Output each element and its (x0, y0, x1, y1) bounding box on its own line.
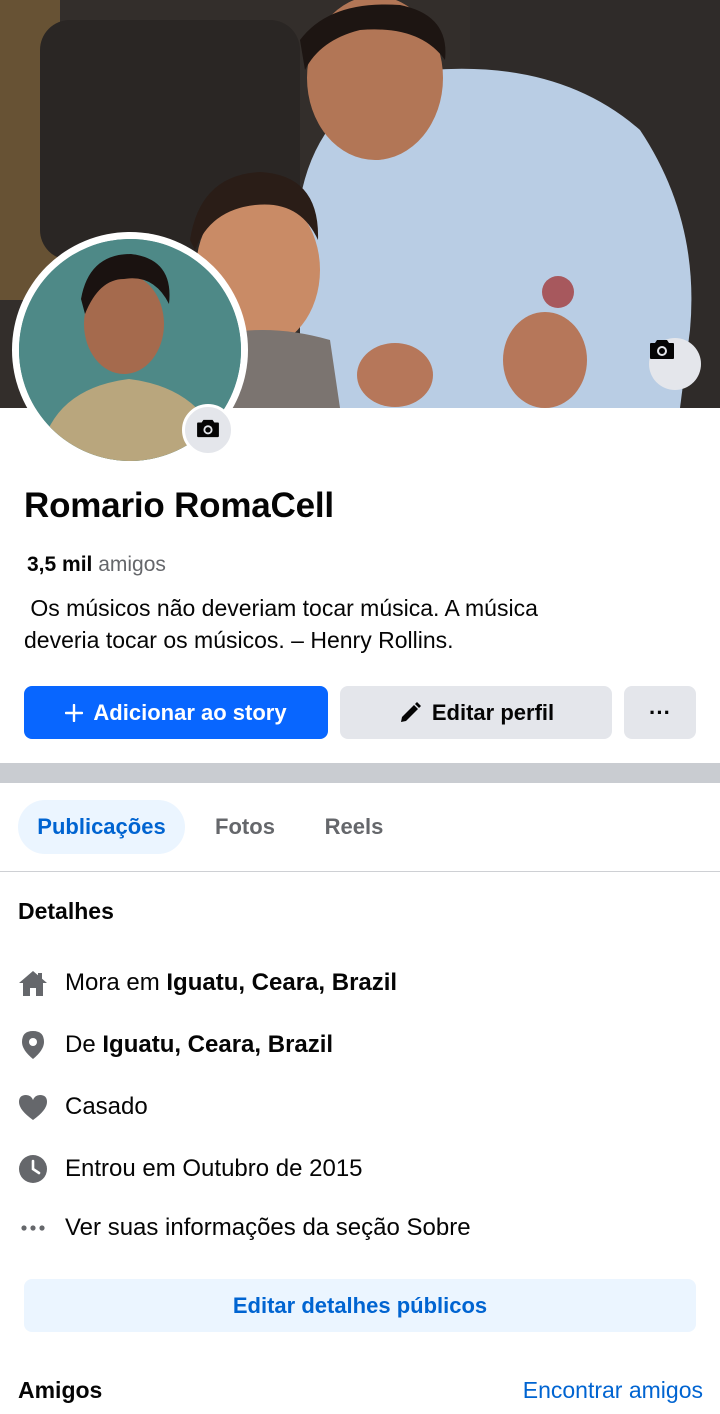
tab-label: Publicações (37, 814, 166, 839)
pencil-icon (398, 701, 422, 725)
detail-joined: Entrou em Outubro de 2015 (18, 1149, 363, 1189)
see-about-link[interactable]: Ver suas informações da seção Sobre (18, 1208, 471, 1248)
friends-count-value: 3,5 mil (27, 553, 93, 576)
detail-lives-in: Mora em Iguatu, Ceara, Brazil (18, 963, 397, 1003)
detail-value[interactable]: Iguatu, Ceara, Brazil (102, 1031, 333, 1059)
profile-bio: Os músicos não deveriam tocar música. A … (24, 592, 684, 656)
detail-prefix: De (65, 1031, 96, 1058)
tab-label: Reels (324, 814, 384, 839)
detail-from: De Iguatu, Ceara, Brazil (18, 1025, 333, 1065)
friends-section-title: Amigos (18, 1377, 103, 1403)
friends-count[interactable]: 3,5 mil amigos (27, 553, 166, 577)
tabs-divider (0, 871, 720, 872)
detail-value: Casado (65, 1093, 148, 1120)
edit-public-details-button[interactable]: Editar detalhes públicos (24, 1279, 696, 1332)
detail-relationship: Casado (18, 1087, 148, 1127)
detail-value: Entrou em Outubro de 2015 (65, 1155, 363, 1182)
more-dots-icon: ··· (649, 699, 671, 725)
more-dots-icon (18, 1213, 48, 1243)
camera-icon (196, 418, 220, 443)
edit-profile-button[interactable]: Editar perfil (340, 686, 612, 739)
clock-icon (18, 1154, 48, 1184)
avatar-camera-button[interactable] (182, 404, 234, 456)
tab-publicacoes[interactable]: Publicações (18, 800, 185, 854)
detail-value[interactable]: Iguatu, Ceara, Brazil (166, 969, 397, 997)
location-pin-icon (18, 1030, 48, 1060)
more-options-button[interactable]: ··· (624, 686, 696, 739)
plus-icon (65, 703, 84, 722)
tab-reels[interactable]: Reels (310, 800, 398, 854)
profile-tabs: Publicações Fotos Reels (0, 800, 720, 856)
add-story-button[interactable]: Adicionar ao story (24, 686, 328, 739)
detail-prefix: Mora em (65, 969, 160, 996)
cover-camera-button[interactable] (649, 338, 701, 390)
profile-name: Romario RomaCell (24, 486, 334, 525)
edit-public-details-label: Editar detalhes públicos (232, 1292, 488, 1318)
bio-line: deveria tocar os músicos. – Henry Rollin… (24, 627, 454, 653)
find-friends-link[interactable]: Encontrar amigos (523, 1377, 703, 1404)
section-separator (0, 763, 720, 783)
bio-line: Os músicos não deveriam tocar música. A … (24, 595, 538, 621)
details-title: Detalhes (18, 898, 114, 924)
add-story-label: Adicionar ao story (93, 699, 287, 725)
edit-profile-label: Editar perfil (431, 699, 555, 725)
tab-label: Fotos (215, 814, 275, 839)
friends-count-label: amigos (98, 553, 166, 576)
detail-value: Ver suas informações da seção Sobre (65, 1214, 471, 1241)
heart-icon (18, 1092, 48, 1122)
tab-fotos[interactable]: Fotos (200, 800, 290, 854)
home-icon (18, 968, 48, 998)
